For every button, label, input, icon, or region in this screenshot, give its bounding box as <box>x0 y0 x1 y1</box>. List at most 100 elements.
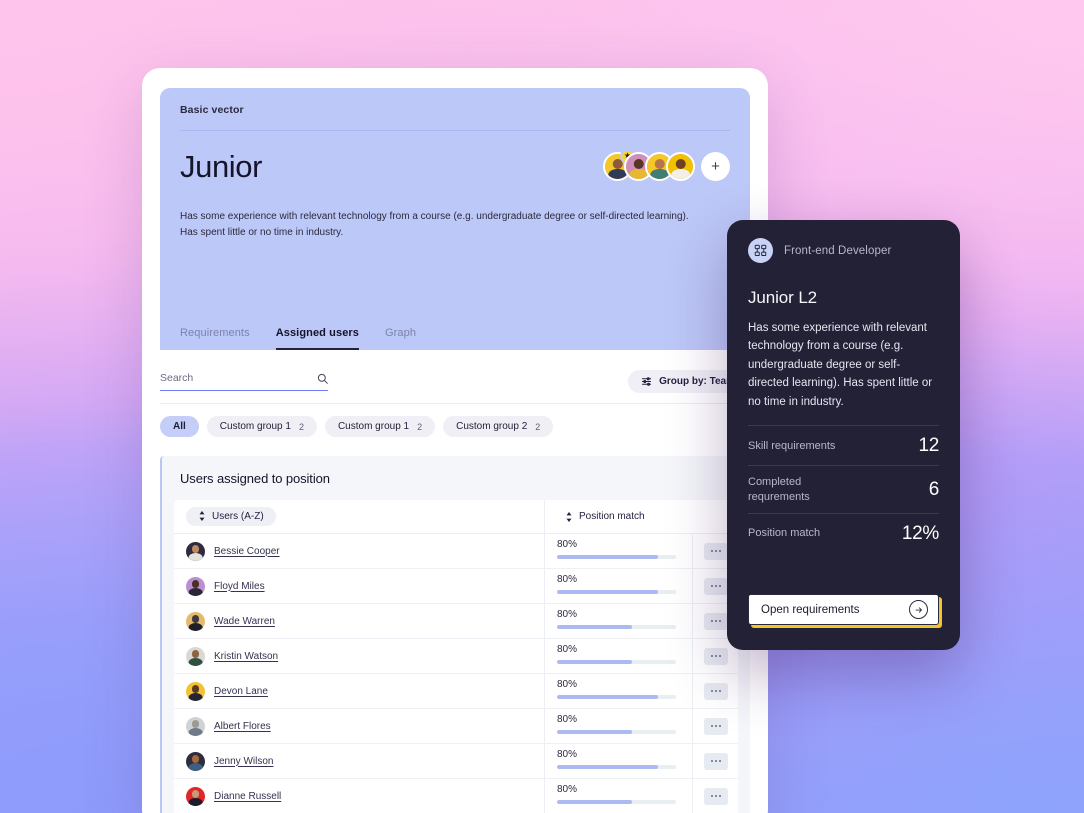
group-chip-label: All <box>173 421 186 432</box>
match-progress-bar <box>557 590 676 594</box>
detail-stat-label: Completed requrements <box>748 475 810 503</box>
open-requirements-button[interactable]: Open requirements <box>748 594 939 625</box>
group-chip-count: 2 <box>298 421 304 432</box>
breadcrumb[interactable]: Basic vector <box>180 104 730 116</box>
user-name-link[interactable]: Kristin Watson <box>214 651 278 662</box>
detail-role-label: Front-end Developer <box>784 244 892 257</box>
position-match-column-header[interactable]: Position match <box>544 500 692 533</box>
avatar-head <box>191 545 200 554</box>
match-percent: 80% <box>557 644 578 655</box>
ellipsis-icon[interactable] <box>703 612 728 630</box>
avatar <box>186 541 205 561</box>
table-row[interactable]: Jenny Wilson 80% <box>174 744 738 779</box>
tab-requirements[interactable]: Requirements <box>180 327 250 350</box>
match-progress-bar <box>557 555 676 559</box>
user-name-link[interactable]: Floyd Miles <box>214 581 265 592</box>
avatar <box>186 786 205 806</box>
position-match-cell: 80% <box>544 604 692 638</box>
hero-tabs: Requirements Assigned users Graph <box>180 327 416 350</box>
table-row[interactable]: Dianne Russell 80% <box>174 779 738 813</box>
table-header-row: Users (A-Z) Position match <box>174 500 738 534</box>
group-chip-count: 2 <box>417 421 423 432</box>
position-detail-card: Front-end Developer Junior L2 Has some e… <box>727 220 960 650</box>
hero-title-row: Junior ★+ <box>180 145 730 187</box>
match-percent: 80% <box>557 784 578 795</box>
user-cell: Dianne Russell <box>174 779 544 813</box>
ellipsis-icon[interactable] <box>703 752 728 770</box>
row-actions-cell <box>692 779 738 813</box>
table-row[interactable]: Floyd Miles 80% <box>174 569 738 604</box>
users-table: Users (A-Z) Position match Bessie Cooper <box>174 500 738 813</box>
ellipsis-icon[interactable] <box>703 647 728 665</box>
group-chip-label: Custom group 1 <box>219 421 291 432</box>
match-progress-bar <box>557 695 676 699</box>
group-chip[interactable]: Custom group 1 2 <box>324 416 436 437</box>
table-row[interactable]: Albert Flores 80% <box>174 709 738 744</box>
position-match-cell: 80% <box>544 534 692 568</box>
filter-sliders-icon <box>641 376 652 387</box>
match-percent: 80% <box>557 679 578 690</box>
avatar <box>186 611 205 631</box>
table-row[interactable]: Bessie Cooper 80% <box>174 534 738 569</box>
search-icon[interactable] <box>317 373 328 384</box>
group-chip-count: 2 <box>535 421 541 432</box>
group-chip[interactable]: Custom group 2 2 <box>443 416 554 437</box>
user-cell: Devon Lane <box>174 674 544 708</box>
match-percent: 80% <box>557 574 578 585</box>
avatar-head <box>191 755 200 764</box>
avatar[interactable] <box>666 151 695 181</box>
user-cell: Albert Flores <box>174 709 544 743</box>
search-field[interactable] <box>160 372 328 391</box>
add-user-button[interactable]: + <box>701 151 730 181</box>
table-row[interactable]: Devon Lane 80% <box>174 674 738 709</box>
avatar-body <box>188 797 203 806</box>
ellipsis-icon[interactable] <box>703 717 728 735</box>
ellipsis-icon[interactable] <box>703 682 728 700</box>
table-row[interactable]: Kristin Watson 80% <box>174 639 738 674</box>
user-name-link[interactable]: Albert Flores <box>214 721 271 732</box>
table-toolbar: Group by: Team <box>160 360 750 404</box>
avatar <box>186 751 205 771</box>
page-title: Junior <box>180 148 263 184</box>
user-name-link[interactable]: Dianne Russell <box>214 791 281 802</box>
users-table-body: Bessie Cooper 80% Floyd Miles 80% Wade Warre… <box>174 534 738 813</box>
user-name-link[interactable]: Bessie Cooper <box>214 546 280 557</box>
avatar <box>186 681 205 701</box>
user-cell: Bessie Cooper <box>174 534 544 568</box>
group-chip-label: Custom group 2 <box>456 421 528 432</box>
detail-stat-value: 12 <box>918 434 939 456</box>
ellipsis-icon[interactable] <box>703 577 728 595</box>
open-requirements-wrap: Open requirements <box>748 594 939 625</box>
arrow-right-circle-icon <box>909 600 928 619</box>
detail-stats-list: Skill requirements 12 Completed requrement… <box>748 424 939 553</box>
ellipsis-icon[interactable] <box>703 542 728 560</box>
avatar-image <box>668 153 693 179</box>
user-name-link[interactable]: Jenny Wilson <box>214 756 273 767</box>
detail-card-header: Front-end Developer <box>748 238 939 263</box>
group-chip[interactable]: Custom group 1 2 <box>206 416 317 437</box>
group-chip[interactable]: All <box>160 416 199 437</box>
sort-users-button[interactable]: Users (A-Z) <box>186 506 276 526</box>
user-cell: Jenny Wilson <box>174 744 544 778</box>
users-card-title: Users assigned to position <box>180 471 330 486</box>
screenshot-canvas: Basic vector Junior ★+ Has some experien… <box>0 0 1084 813</box>
match-progress-bar <box>557 660 676 664</box>
tab-assigned-users[interactable]: Assigned users <box>275 327 360 350</box>
tab-graph[interactable]: Graph <box>385 327 416 350</box>
avatar-head <box>191 720 200 729</box>
user-name-link[interactable]: Devon Lane <box>214 686 268 697</box>
avatar-body <box>670 168 691 179</box>
position-hero-panel: Basic vector Junior ★+ Has some experien… <box>160 88 750 350</box>
ellipsis-icon[interactable] <box>703 787 728 805</box>
avatar-head <box>654 158 665 169</box>
users-column-header: Users (A-Z) <box>174 506 544 527</box>
group-filter-chips: All Custom group 1 2 Custom group 1 2 Custom … <box>160 416 750 437</box>
users-assigned-card: Users assigned to position Users (A-Z) P… <box>160 456 750 813</box>
assigned-avatar-group: ★+ <box>603 148 730 181</box>
user-name-link[interactable]: Wade Warren <box>214 616 275 627</box>
open-requirements-label: Open requirements <box>761 603 860 616</box>
search-input[interactable] <box>160 372 290 384</box>
table-row[interactable]: Wade Warren 80% <box>174 604 738 639</box>
position-match-cell: 80% <box>544 744 692 778</box>
avatar-head <box>675 158 686 169</box>
